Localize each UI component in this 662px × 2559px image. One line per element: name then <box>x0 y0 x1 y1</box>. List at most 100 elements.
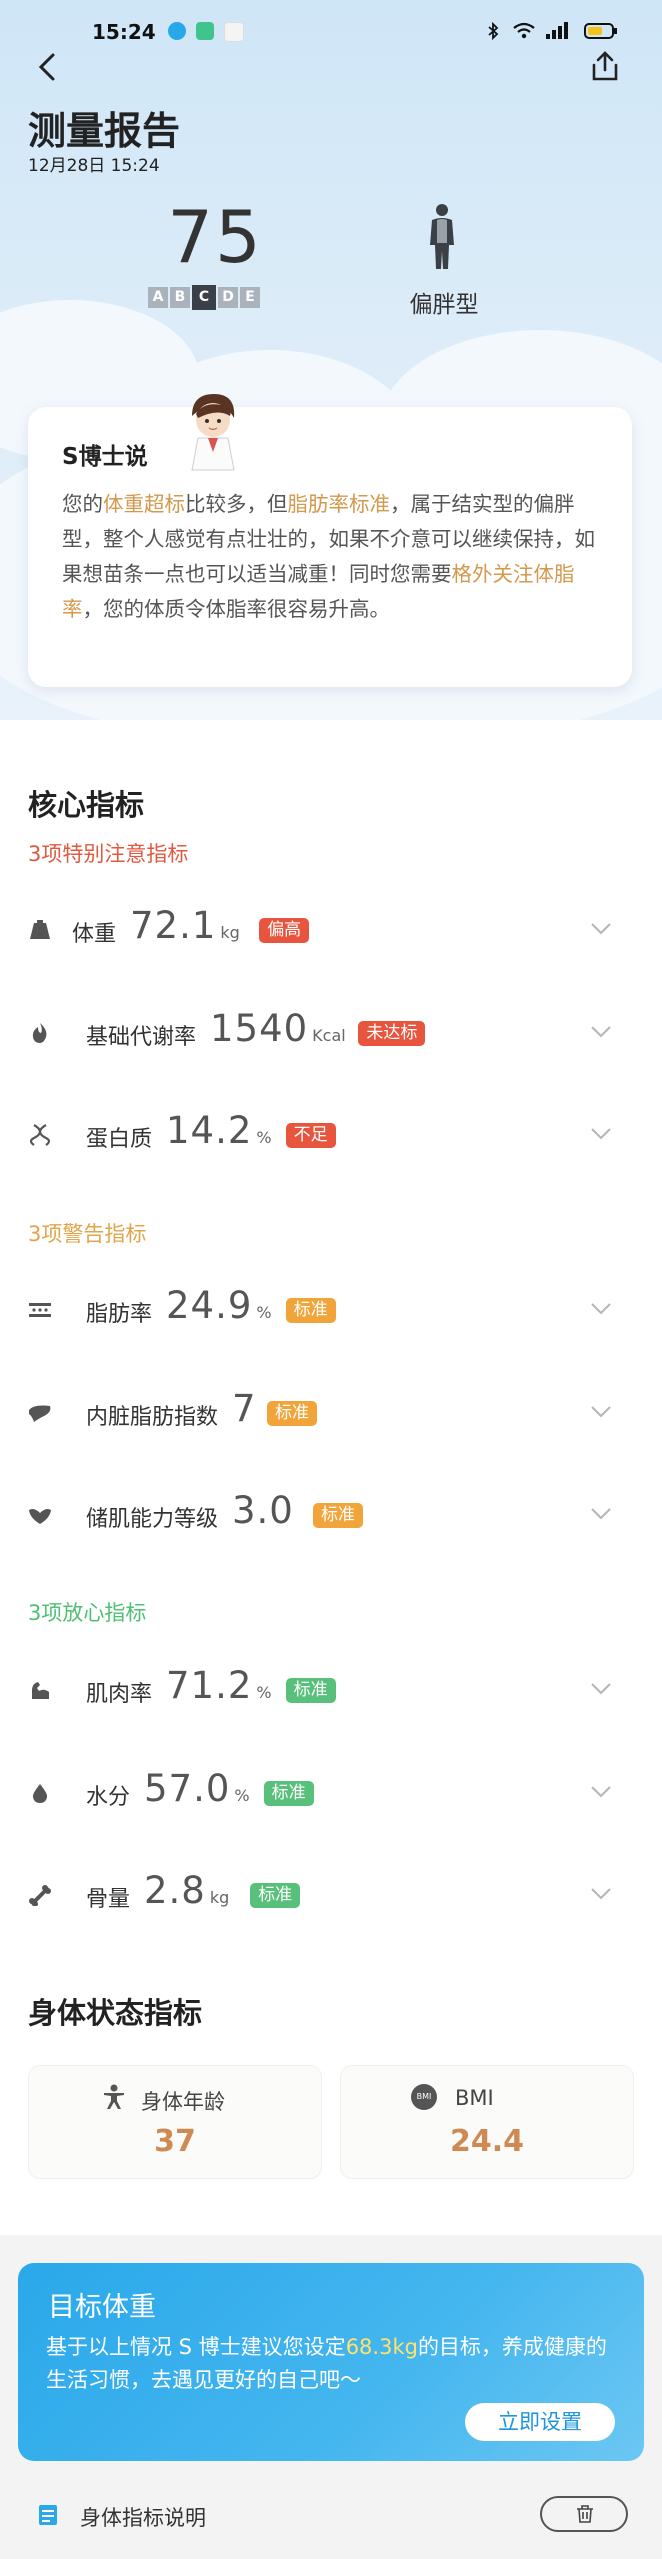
chevron-down-icon[interactable] <box>590 1302 612 1316</box>
target-text-before: 基于以上情况 S 博士建议您设定 <box>46 2335 346 2359</box>
status-badge: 不足 <box>285 1123 336 1148</box>
indicator-number: 57.0 <box>144 1767 231 1810</box>
indicator-unit: % <box>234 1786 250 1805</box>
bmi-icon: BMI <box>411 2084 437 2110</box>
target-weight-title: 目标体重 <box>48 2292 156 2323</box>
grade-a: A <box>148 287 168 308</box>
indicator-unit: % <box>256 1303 272 1322</box>
chevron-down-icon[interactable] <box>590 922 612 936</box>
document-icon <box>39 2505 57 2525</box>
share-button[interactable] <box>588 50 622 84</box>
bmi-value: 24.4 <box>449 2124 525 2159</box>
signal-icon <box>546 22 568 39</box>
battery-icon <box>584 23 617 39</box>
indicator-row[interactable]: 基础代谢率 1540 Kcal 未达标 <box>0 1003 662 1063</box>
report-date: 12月28日 15:24 <box>28 156 160 176</box>
body-type-figure-icon <box>430 204 454 269</box>
grade-c: C <box>192 285 216 310</box>
chevron-down-icon[interactable] <box>590 1785 612 1799</box>
indicator-value: 24.9% <box>166 1284 272 1327</box>
highlight-text: 体重超标 <box>103 492 185 516</box>
weight-icon <box>30 920 50 939</box>
chevron-down-icon[interactable] <box>590 1887 612 1901</box>
indicator-label: 基础代谢率 <box>86 1025 197 1050</box>
status-bar: 15:24 <box>0 18 662 48</box>
indicator-row[interactable]: 肌肉率 71.2% 标准 <box>0 1660 662 1720</box>
body-age-card[interactable]: 身体年龄 37 <box>28 2065 322 2179</box>
back-button[interactable] <box>32 50 66 84</box>
indicator-row[interactable]: 骨量 2.8 kg 标准 <box>0 1865 662 1925</box>
person-icon <box>104 2084 124 2109</box>
page-title: 测量报告 <box>28 109 181 153</box>
advice-text: ，您的体质令体脂率很容易升高。 <box>82 597 391 621</box>
indicator-number: 71.2 <box>166 1664 253 1707</box>
body-type-label: 偏胖型 <box>409 292 479 318</box>
indicator-number: 14.2 <box>166 1109 253 1152</box>
dna-icon <box>29 1124 51 1146</box>
indicator-row[interactable]: 储肌能力等级 3.0 标准 <box>0 1485 662 1545</box>
indicator-number: 1540 <box>210 1007 309 1050</box>
set-target-button[interactable]: 立即设置 <box>465 2403 615 2441</box>
advice-text: 比较多，但 <box>185 492 288 516</box>
indicator-row[interactable]: 蛋白质 14.2% 不足 <box>0 1105 662 1165</box>
advice-text: 您的 <box>62 492 103 516</box>
status-badge: 标准 <box>313 1503 363 1528</box>
indicator-group-title: 3项特别注意指标 <box>28 842 189 866</box>
indicator-row[interactable]: 体重 72.1 kg 偏高 <box>0 900 662 960</box>
liver-icon <box>29 1405 51 1422</box>
indicator-label: 内脏脂肪指数 <box>86 1405 219 1430</box>
target-weight-value: 68.3kg <box>345 2335 418 2359</box>
bluetooth-icon <box>488 22 499 40</box>
status-badge: 未达标 <box>358 1021 426 1046</box>
bmi-card[interactable]: BMI BMI 24.4 <box>340 2065 634 2179</box>
flame-icon <box>32 1023 47 1043</box>
chevron-down-icon[interactable] <box>590 1405 612 1419</box>
status-badge: 标准 <box>250 1883 301 1908</box>
indicator-number: 2.8 <box>144 1869 206 1912</box>
indicator-label: 肌肉率 <box>86 1682 153 1707</box>
indicator-group-title: 3项放心指标 <box>28 1601 147 1625</box>
indicator-row[interactable]: 水分 57.0% 标准 <box>0 1763 662 1823</box>
indicator-number: 24.9 <box>166 1284 253 1327</box>
indicator-unit: Kcal <box>312 1026 346 1045</box>
status-badge: 标准 <box>267 1401 317 1426</box>
indicator-number: 72.1 <box>130 904 217 947</box>
indicator-number: 3.0 <box>232 1489 294 1532</box>
highlight-text: 脂肪率标准 <box>287 492 391 516</box>
chevron-down-icon[interactable] <box>590 1682 612 1696</box>
indicator-group-title: 3项警告指标 <box>28 1222 147 1246</box>
wifi-icon <box>513 22 535 39</box>
indicator-label: 骨量 <box>86 1887 131 1912</box>
indicator-row[interactable]: 脂肪率 24.9% 标准 <box>0 1280 662 1340</box>
body-indicator-explain-link[interactable]: 身体指标说明 <box>80 2502 206 2532</box>
indicator-value: 72.1 kg <box>130 904 240 947</box>
chevron-down-icon[interactable] <box>590 1127 612 1141</box>
doctor-advice-title: S博士说 <box>62 444 148 470</box>
status-time: 15:24 <box>92 20 156 44</box>
status-badge: 偏高 <box>259 918 310 943</box>
trash-icon <box>577 2505 593 2523</box>
doctor-avatar <box>191 394 235 471</box>
indicator-row[interactable]: 内脏脂肪指数 7 标准 <box>0 1383 662 1443</box>
notification-icon <box>168 22 186 40</box>
indicator-value: 1540 Kcal <box>210 1007 346 1050</box>
indicator-label: 储肌能力等级 <box>86 1507 219 1532</box>
indicator-value: 3.0 <box>232 1489 294 1532</box>
body-age-value: 37 <box>154 2124 196 2159</box>
fat-icon <box>29 1303 51 1317</box>
body-age-label: 身体年龄 <box>141 2090 225 2114</box>
doctor-advice-text: 您的体重超标比较多，但脂肪率标准，属于结实型的偏胖型，整个人感觉有点壮壮的，如果… <box>62 487 602 627</box>
indicator-unit: kg <box>209 1888 230 1907</box>
app-notification-icon <box>196 22 214 40</box>
delete-button[interactable] <box>540 2496 628 2532</box>
grade-b: B <box>170 287 190 308</box>
muscle-storage-icon <box>29 1509 51 1524</box>
chevron-down-icon[interactable] <box>590 1025 612 1039</box>
chevron-down-icon[interactable] <box>590 1507 612 1521</box>
indicator-label: 蛋白质 <box>86 1127 153 1152</box>
arm-muscle-icon <box>32 1682 49 1699</box>
indicator-value: 7 <box>232 1387 257 1430</box>
status-badge: 标准 <box>285 1298 336 1323</box>
indicator-unit: % <box>256 1128 272 1147</box>
indicator-unit: % <box>256 1683 272 1702</box>
